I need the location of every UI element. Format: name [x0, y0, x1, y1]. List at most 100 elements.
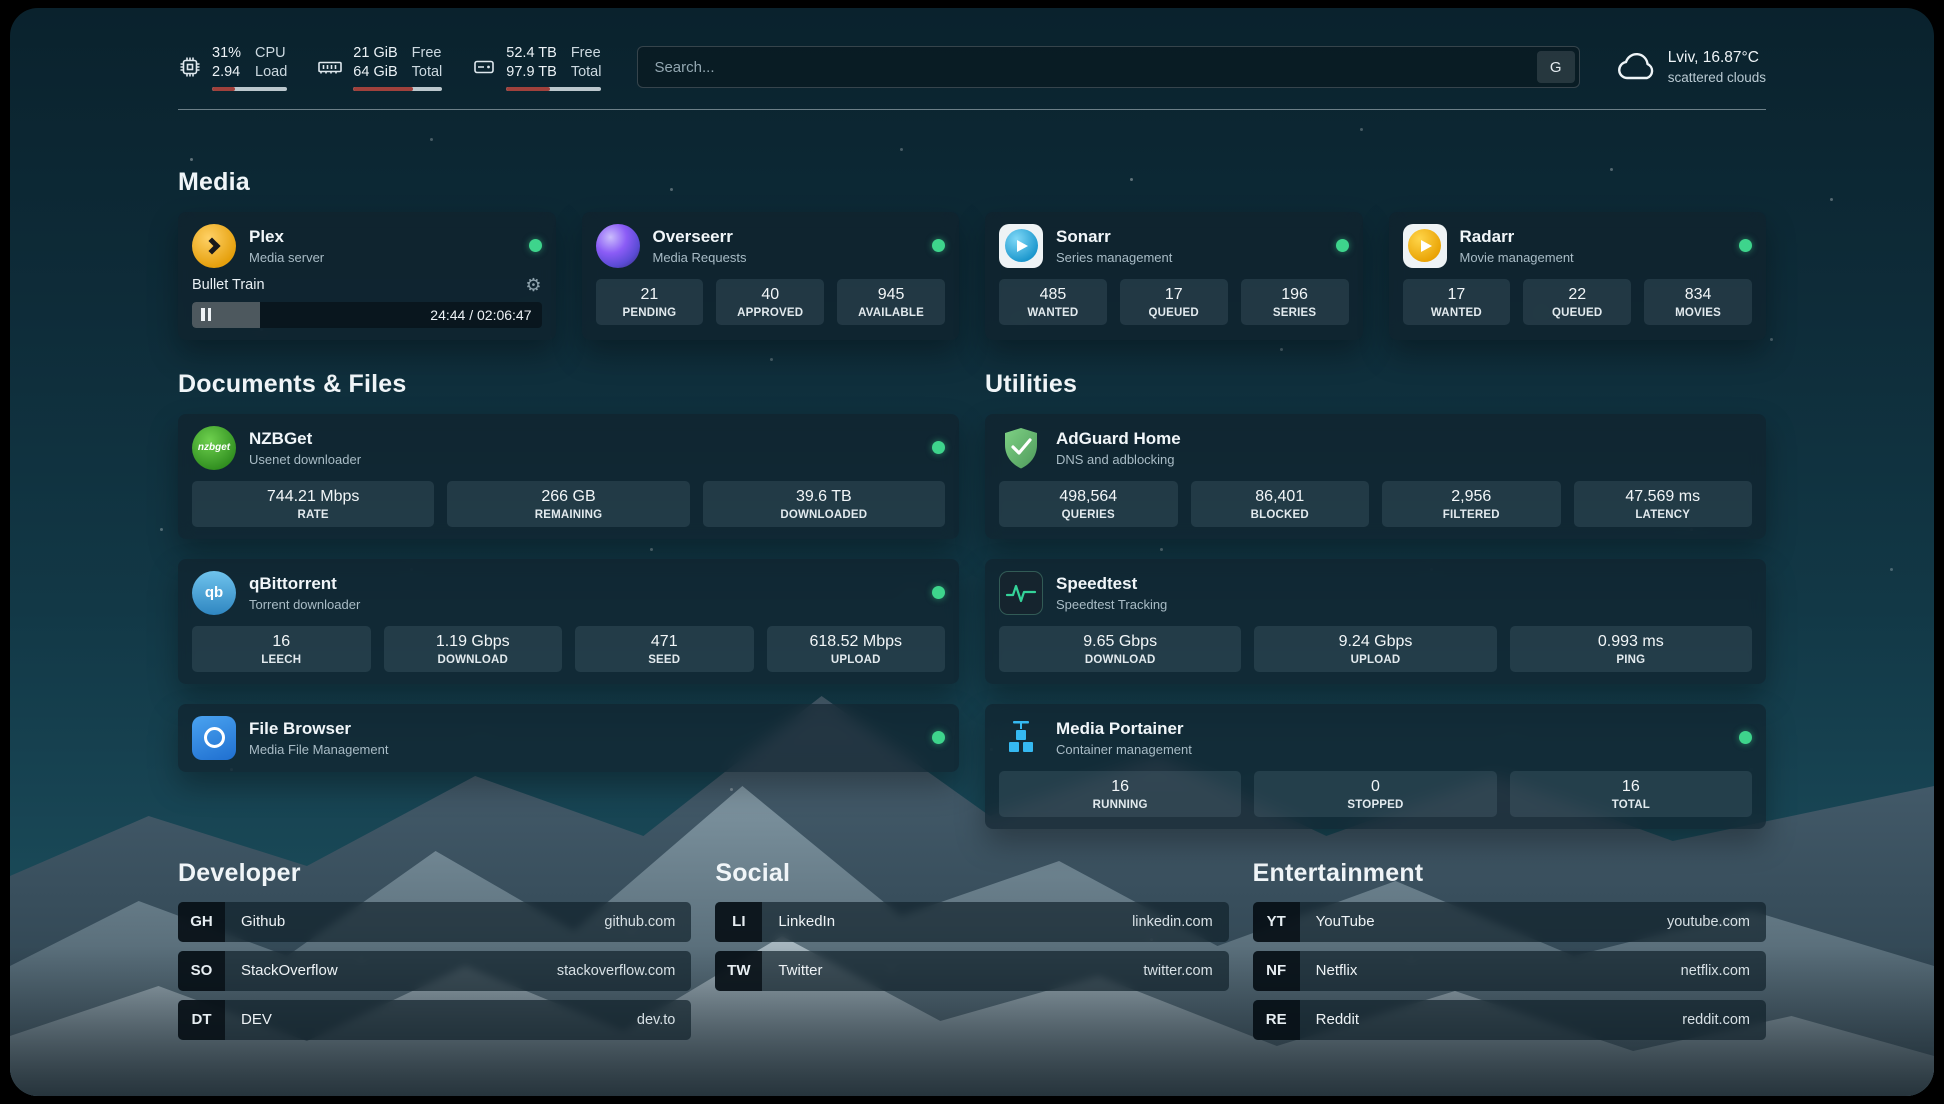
- bookmark-netflix[interactable]: NF Netflix netflix.com: [1253, 951, 1766, 991]
- app-card-speedtest[interactable]: Speedtest Speedtest Tracking 9.65 Gbps D…: [985, 559, 1766, 684]
- bookmark-abbr: NF: [1253, 951, 1300, 991]
- stat-running: 16 RUNNING: [999, 771, 1241, 817]
- app-card-qbittorrent[interactable]: qb qBittorrent Torrent downloader 16: [178, 559, 959, 684]
- stat-upload: 618.52 Mbps UPLOAD: [767, 626, 946, 672]
- app-card-nzbget[interactable]: nzbget NZBGet Usenet downloader 744.21 M…: [178, 414, 959, 539]
- app-name-speedtest: Speedtest: [1056, 574, 1167, 594]
- bookmark-name: Reddit: [1316, 1011, 1359, 1028]
- bookmark-name: DEV: [241, 1011, 272, 1028]
- stat-approved: 40 APPROVED: [716, 279, 824, 325]
- app-name-plex: Plex: [249, 227, 324, 247]
- radarr-icon: [1403, 224, 1447, 268]
- memory-usage-fill: [353, 87, 413, 91]
- bookmark-url: linkedin.com: [1132, 914, 1213, 930]
- settings-gear-icon[interactable]: ⚙: [525, 276, 541, 294]
- status-dot-filebrowser: [932, 731, 945, 744]
- app-card-radarr[interactable]: Radarr Movie management 17 WANTED 22 QUE…: [1389, 212, 1767, 340]
- section-title-social: Social: [715, 859, 1228, 888]
- plex-now-playing: Bullet Train ⚙: [192, 276, 542, 294]
- bookmark-twitter[interactable]: TW Twitter twitter.com: [715, 951, 1228, 991]
- app-card-filebrowser[interactable]: File Browser Media File Management: [178, 704, 959, 772]
- bookmark-stackoverflow[interactable]: SO StackOverflow stackoverflow.com: [178, 951, 691, 991]
- bookmark-url: dev.to: [637, 1012, 675, 1028]
- search-engine-button[interactable]: G: [1537, 51, 1575, 83]
- disk-free-value: 52.4 TB: [506, 44, 557, 63]
- stat-download: 9.65 Gbps DOWNLOAD: [999, 626, 1241, 672]
- stat-upload: 9.24 Gbps UPLOAD: [1254, 626, 1496, 672]
- app-card-overseerr[interactable]: Overseerr Media Requests 21 PENDING 40 A…: [582, 212, 960, 340]
- app-card-plex[interactable]: Plex Media server Bullet Train ⚙ 24:44 /…: [178, 212, 556, 340]
- app-name-sonarr: Sonarr: [1056, 227, 1172, 247]
- section-developer: Developer GH Github github.com SO StackO…: [178, 859, 691, 1040]
- app-card-portainer[interactable]: Media Portainer Container management 16 …: [985, 704, 1766, 829]
- bookmark-abbr: YT: [1253, 902, 1300, 942]
- cpu-chip-icon: [178, 55, 202, 79]
- bookmark-name: StackOverflow: [241, 962, 338, 979]
- bookmark-abbr: GH: [178, 902, 225, 942]
- status-dot-radarr: [1739, 239, 1752, 252]
- bookmark-linkedin[interactable]: LI LinkedIn linkedin.com: [715, 902, 1228, 942]
- stat-seed: 471 SEED: [575, 626, 754, 672]
- cpu-monitor: 31% 2.94 CPU Load: [178, 44, 287, 91]
- resource-monitors: 31% 2.94 CPU Load: [178, 44, 601, 91]
- portainer-icon: [999, 716, 1043, 760]
- memory-total-label: Total: [412, 63, 443, 82]
- stat-blocked: 86,401 BLOCKED: [1191, 481, 1370, 527]
- app-subtitle-plex: Media server: [249, 250, 324, 265]
- bookmark-youtube[interactable]: YT YouTube youtube.com: [1253, 902, 1766, 942]
- bookmark-url: stackoverflow.com: [557, 963, 675, 979]
- cpu-label: CPU: [255, 44, 287, 63]
- disk-total-value: 97.9 TB: [506, 63, 557, 82]
- cpu-percent: 31%: [212, 44, 241, 63]
- section-social: Social LI LinkedIn linkedin.com TW Twitt…: [715, 859, 1228, 1040]
- app-name-radarr: Radarr: [1460, 227, 1574, 247]
- section-title-utilities: Utilities: [985, 370, 1766, 399]
- stat-downloaded: 39.6 TB DOWNLOADED: [703, 481, 945, 527]
- bookmark-abbr: DT: [178, 1000, 225, 1040]
- overseerr-icon: [596, 224, 640, 268]
- stat-queued: 22 QUEUED: [1523, 279, 1631, 325]
- search-input[interactable]: [637, 46, 1579, 88]
- disk-usage-bar: [506, 87, 601, 91]
- plex-icon: [192, 224, 236, 268]
- snow-specks: [10, 8, 13, 11]
- bookmark-abbr: SO: [178, 951, 225, 991]
- app-name-adguard: AdGuard Home: [1056, 429, 1181, 449]
- app-name-portainer: Media Portainer: [1056, 719, 1192, 739]
- bookmark-dev[interactable]: DT DEV dev.to: [178, 1000, 691, 1040]
- dashboard-frame: 31% 2.94 CPU Load: [10, 8, 1934, 1096]
- bookmark-name: Github: [241, 913, 285, 930]
- app-name-filebrowser: File Browser: [249, 719, 388, 739]
- memory-free-label: Free: [412, 44, 443, 63]
- cloud-icon: [1616, 52, 1656, 82]
- bookmark-name: Netflix: [1316, 962, 1358, 979]
- memory-icon: [317, 55, 343, 79]
- status-dot-nzbget: [932, 441, 945, 454]
- memory-usage-bar: [353, 87, 442, 91]
- app-card-sonarr[interactable]: Sonarr Series management 485 WANTED 17 Q…: [985, 212, 1363, 340]
- disk-usage-fill: [506, 87, 550, 91]
- bookmark-reddit[interactable]: RE Reddit reddit.com: [1253, 1000, 1766, 1040]
- bookmark-url: reddit.com: [1682, 1012, 1750, 1028]
- adguard-shield-icon: [999, 426, 1043, 470]
- disk-total-label: Total: [571, 63, 602, 82]
- app-subtitle-filebrowser: Media File Management: [249, 742, 388, 757]
- app-subtitle-sonarr: Series management: [1056, 250, 1172, 265]
- pause-icon[interactable]: [201, 308, 214, 321]
- stat-available: 945 AVAILABLE: [837, 279, 945, 325]
- app-card-adguard[interactable]: AdGuard Home DNS and adblocking 498,564 …: [985, 414, 1766, 539]
- bookmark-abbr: LI: [715, 902, 762, 942]
- memory-monitor: 21 GiB 64 GiB Free Total: [317, 44, 442, 91]
- bookmark-url: netflix.com: [1681, 963, 1750, 979]
- disk-icon: [472, 55, 496, 79]
- section-utilities: Utilities: [985, 370, 1766, 829]
- stat-remaining: 266 GB REMAINING: [447, 481, 689, 527]
- stat-leech: 16 LEECH: [192, 626, 371, 672]
- bookmark-abbr: RE: [1253, 1000, 1300, 1040]
- app-name-overseerr: Overseerr: [653, 227, 747, 247]
- stat-stopped: 0 STOPPED: [1254, 771, 1496, 817]
- section-media: Media Plex Media server Bullet Train: [178, 168, 1766, 340]
- bookmark-github[interactable]: GH Github github.com: [178, 902, 691, 942]
- qbittorrent-icon: qb: [192, 571, 236, 615]
- weather-widget: Lviv, 16.87°C scattered clouds: [1616, 48, 1766, 87]
